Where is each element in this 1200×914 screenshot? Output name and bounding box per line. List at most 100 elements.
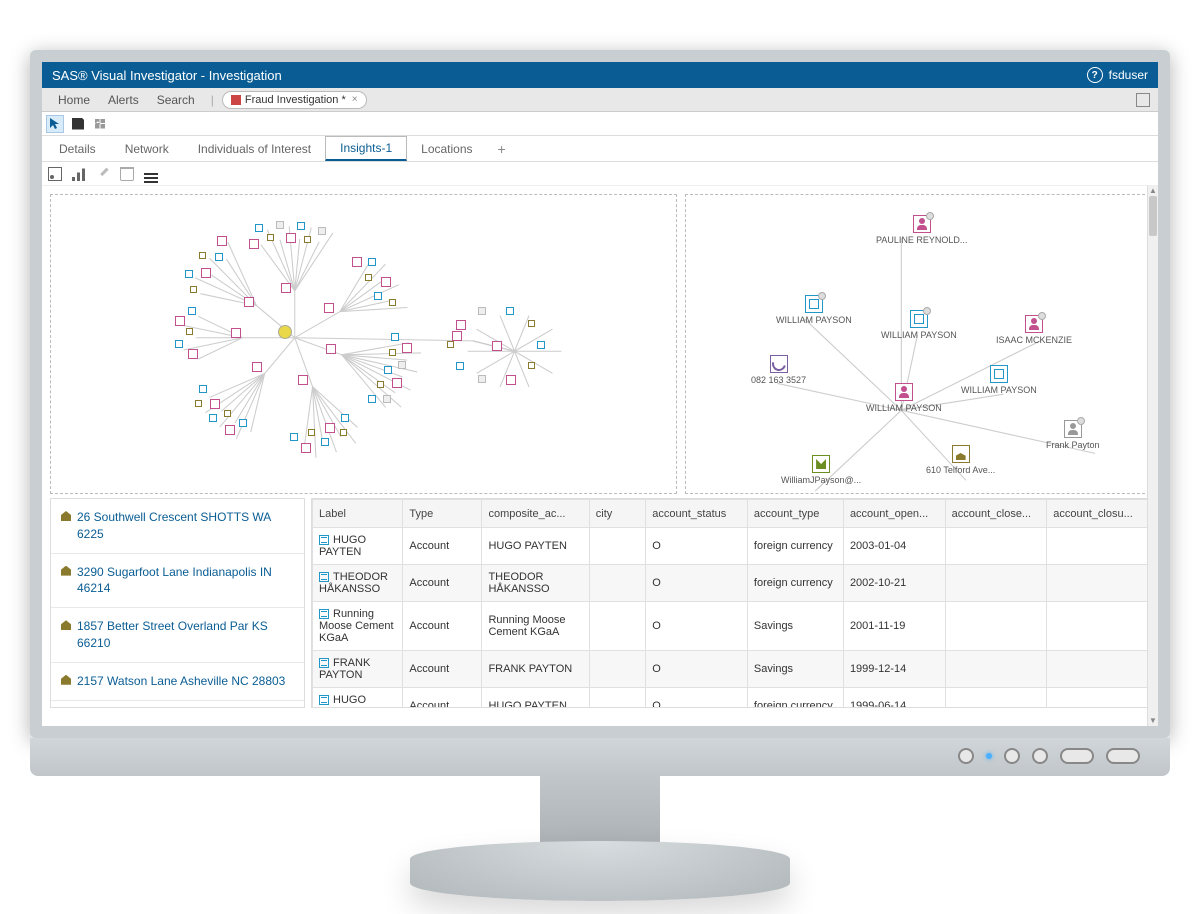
network-node[interactable] — [297, 222, 305, 230]
network-node[interactable] — [478, 375, 486, 383]
col-label[interactable]: Label — [313, 500, 403, 528]
network-node[interactable] — [528, 320, 535, 327]
network-node[interactable] — [304, 236, 311, 243]
network-node[interactable] — [384, 366, 392, 374]
tab-locations[interactable]: Locations — [406, 136, 487, 161]
network-node[interactable] — [492, 341, 502, 351]
scrollbar-thumb[interactable] — [1149, 196, 1157, 236]
network-node[interactable] — [301, 443, 311, 453]
address-item[interactable]: 2157 Watson Lane Asheville NC 28803 — [51, 663, 304, 701]
network-node[interactable] — [402, 343, 412, 353]
network-node[interactable] — [325, 423, 335, 433]
nav-alerts[interactable]: Alerts — [100, 90, 147, 110]
network-node[interactable] — [389, 349, 396, 356]
network-node[interactable] — [215, 253, 223, 261]
network-node[interactable] — [340, 429, 347, 436]
network-node[interactable] — [365, 274, 372, 281]
grid-button[interactable] — [92, 116, 108, 132]
pointer-tool-button[interactable] — [46, 115, 64, 133]
address-item[interactable]: 26 Southwell Crescent SHOTTS WA 6225 — [51, 499, 304, 554]
network-node[interactable] — [199, 385, 207, 393]
network-node[interactable] — [217, 236, 227, 246]
network-node[interactable] — [210, 399, 220, 409]
scroll-down-icon[interactable]: ▼ — [1148, 716, 1158, 726]
network-node[interactable] — [249, 239, 259, 249]
network-node[interactable] — [506, 375, 516, 385]
table-row[interactable]: HUGO PAYTEN AccountHUGO PAYTENO foreign … — [313, 688, 1149, 709]
network-node[interactable] — [389, 299, 396, 306]
node-william-2[interactable]: WILLIAM PAYSON — [881, 310, 957, 340]
network-node[interactable] — [186, 328, 193, 335]
network-node[interactable] — [447, 341, 454, 348]
tab-network[interactable]: Network — [110, 136, 184, 161]
col-status[interactable]: account_status — [646, 500, 748, 528]
network-node[interactable] — [392, 378, 402, 388]
trash-icon[interactable] — [120, 167, 134, 181]
network-node[interactable] — [190, 286, 197, 293]
network-node[interactable] — [341, 414, 349, 422]
network-node[interactable] — [225, 425, 235, 435]
network-node[interactable] — [456, 320, 466, 330]
table-row[interactable]: FRANK PAYTON AccountFRANK PAYTONO Saving… — [313, 651, 1149, 688]
network-node[interactable] — [255, 224, 263, 232]
table-row[interactable]: HUGO PAYTEN AccountHUGO PAYTENO foreign … — [313, 528, 1149, 565]
network-node[interactable] — [321, 438, 329, 446]
col-city[interactable]: city — [589, 500, 645, 528]
node-email[interactable]: WilliamJPayson@... — [781, 455, 861, 485]
pin-icon[interactable] — [93, 164, 113, 184]
network-node[interactable] — [456, 362, 464, 370]
network-node[interactable] — [377, 381, 384, 388]
network-node[interactable] — [528, 362, 535, 369]
chart-icon[interactable] — [72, 167, 86, 181]
node-frank[interactable]: Frank Payton — [1046, 420, 1100, 450]
node-phone[interactable]: 082 163 3527 — [751, 355, 806, 385]
network-node[interactable] — [298, 375, 308, 385]
table-row[interactable]: Running Moose Cement KGaA AccountRunning… — [313, 602, 1149, 651]
network-node[interactable] — [239, 419, 247, 427]
image-icon[interactable] — [48, 167, 62, 181]
save-button[interactable] — [70, 116, 86, 132]
network-node[interactable] — [368, 258, 376, 266]
network-node[interactable] — [478, 307, 486, 315]
network-node[interactable] — [267, 234, 274, 241]
tab-details[interactable]: Details — [44, 136, 111, 161]
network-node[interactable] — [352, 257, 362, 267]
col-type[interactable]: Type — [403, 500, 482, 528]
maximize-icon[interactable] — [1136, 93, 1150, 107]
vertical-scrollbar[interactable]: ▲ ▼ — [1147, 186, 1158, 726]
scroll-up-icon[interactable]: ▲ — [1148, 186, 1158, 196]
open-investigation-tab[interactable]: Fraud Investigation * × — [222, 91, 367, 109]
network-node[interactable] — [276, 221, 284, 229]
list-icon[interactable] — [144, 173, 158, 175]
network-graph-detail[interactable]: PAULINE REYNOLD... WILLIAM PAYSON WILLIA… — [685, 194, 1150, 494]
network-node[interactable] — [201, 268, 211, 278]
network-node[interactable] — [195, 400, 202, 407]
network-node[interactable] — [175, 340, 183, 348]
table-row[interactable]: THEODOR HÅKANSSO AccountTHEODOR HÅKANSSO… — [313, 565, 1149, 602]
user-name[interactable]: fsduser — [1109, 68, 1148, 82]
network-node[interactable] — [175, 316, 185, 326]
tab-add[interactable]: + — [487, 136, 517, 161]
tab-individuals[interactable]: Individuals of Interest — [183, 136, 326, 161]
help-icon[interactable]: ? — [1087, 67, 1103, 83]
network-graph-large[interactable] — [50, 194, 677, 494]
network-node[interactable] — [224, 410, 231, 417]
network-node[interactable] — [537, 341, 545, 349]
network-node[interactable] — [452, 331, 462, 341]
network-node[interactable] — [209, 414, 217, 422]
close-icon[interactable]: × — [352, 94, 358, 105]
network-center-node[interactable] — [278, 325, 292, 339]
network-node[interactable] — [318, 227, 326, 235]
network-node[interactable] — [286, 233, 296, 243]
network-node[interactable] — [368, 395, 376, 403]
network-node[interactable] — [244, 297, 254, 307]
network-node[interactable] — [231, 328, 241, 338]
network-node[interactable] — [374, 292, 382, 300]
network-node[interactable] — [308, 429, 315, 436]
network-node[interactable] — [199, 252, 206, 259]
col-close[interactable]: account_close... — [945, 500, 1047, 528]
network-node[interactable] — [324, 303, 334, 313]
node-william-center[interactable]: WILLIAM PAYSON — [866, 383, 942, 413]
network-node[interactable] — [188, 349, 198, 359]
node-pauline[interactable]: PAULINE REYNOLD... — [876, 215, 967, 245]
